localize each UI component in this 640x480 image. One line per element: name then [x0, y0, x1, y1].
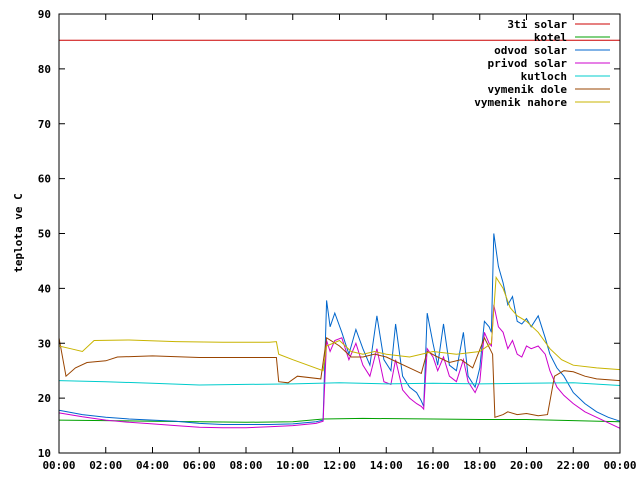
y-axis-label: teplota ve C — [12, 193, 25, 272]
y-tick-label-0: 10 — [38, 447, 51, 460]
x-tick-label-8: 16:00 — [416, 459, 449, 472]
x-tick-label-1: 02:00 — [89, 459, 122, 472]
y-tick-label-8: 90 — [38, 8, 51, 21]
legend-label-0: 3ti solar — [507, 18, 567, 31]
x-tick-label-4: 08:00 — [229, 459, 262, 472]
y-tick-label-5: 60 — [38, 173, 51, 186]
x-tick-label-9: 18:00 — [463, 459, 496, 472]
x-tick-label-2: 04:00 — [136, 459, 169, 472]
x-tick-label-3: 06:00 — [183, 459, 216, 472]
y-tick-label-6: 70 — [38, 118, 51, 131]
x-tick-label-7: 14:00 — [370, 459, 403, 472]
y-tick-label-7: 80 — [38, 63, 51, 76]
x-tick-label-0: 00:00 — [42, 459, 75, 472]
legend-label-4: kutloch — [521, 70, 567, 83]
x-tick-label-12: 00:00 — [603, 459, 636, 472]
legend-label-2: odvod solar — [494, 44, 567, 57]
y-tick-label-3: 40 — [38, 282, 51, 295]
legend-label-1: kotel — [534, 31, 567, 44]
x-tick-label-10: 20:00 — [510, 459, 543, 472]
y-tick-label-4: 50 — [38, 228, 51, 241]
legend-label-5: vymenik dole — [488, 83, 568, 96]
legend-label-3: privod solar — [488, 57, 568, 70]
y-tick-label-1: 20 — [38, 392, 51, 405]
x-tick-label-11: 22:00 — [557, 459, 590, 472]
x-tick-label-5: 10:00 — [276, 459, 309, 472]
y-tick-label-2: 30 — [38, 337, 51, 350]
x-tick-label-6: 12:00 — [323, 459, 356, 472]
legend-label-6: vymenik nahore — [474, 96, 567, 109]
temperature-chart: 00:00 02:00 04:00 06:00 08:00 10:00 12:00 14:00… — [0, 0, 640, 480]
